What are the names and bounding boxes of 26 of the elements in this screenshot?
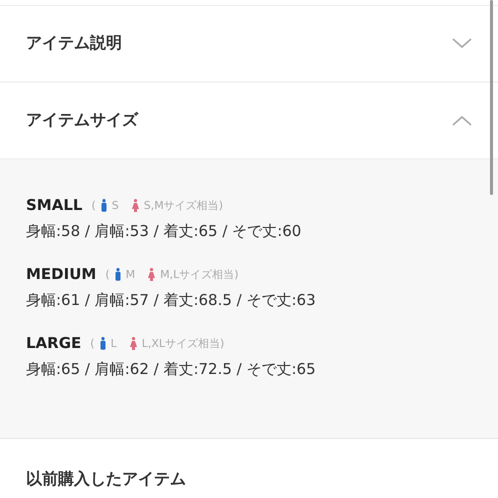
size-note: ( [105, 268, 110, 280]
size-measurements: 身幅:61 / 肩幅:57 / 着丈:68.5 / そで丈:63 [26, 291, 317, 310]
chevron-up-icon[interactable] [452, 115, 472, 126]
size-measurements: 身幅:65 / 肩幅:62 / 着丈:72.5 / そで丈:65 [26, 360, 317, 379]
size-note: ( [90, 336, 95, 350]
size-note: ( [91, 198, 96, 212]
size-note: S,Mサイズ相当) [144, 198, 224, 212]
chevron-down-icon[interactable] [452, 38, 472, 49]
size-name: LARGE [26, 334, 82, 352]
section-title: アイテムサイズ [26, 110, 138, 131]
man-icon [114, 268, 121, 280]
woman-icon [132, 198, 139, 212]
size-measurements: 身幅:58 / 肩幅:53 / 着丈:65 / そで丈:60 [26, 222, 302, 241]
size-note: L,XLサイズ相当) [142, 336, 224, 350]
size-note: L [110, 336, 117, 350]
size-note: M [126, 268, 136, 280]
size-name: SMALL [26, 196, 82, 214]
woman-icon [148, 268, 156, 280]
man-icon [100, 198, 107, 212]
size-note: M,Lサイズ相当) [160, 266, 239, 282]
section-title: アイテム説明 [26, 33, 122, 54]
size-name: MEDIUM [26, 265, 96, 283]
size-note: S [112, 198, 119, 212]
woman-icon [130, 336, 137, 350]
man-icon [100, 336, 106, 350]
section-title: 以前購入したアイテム [26, 469, 186, 488]
